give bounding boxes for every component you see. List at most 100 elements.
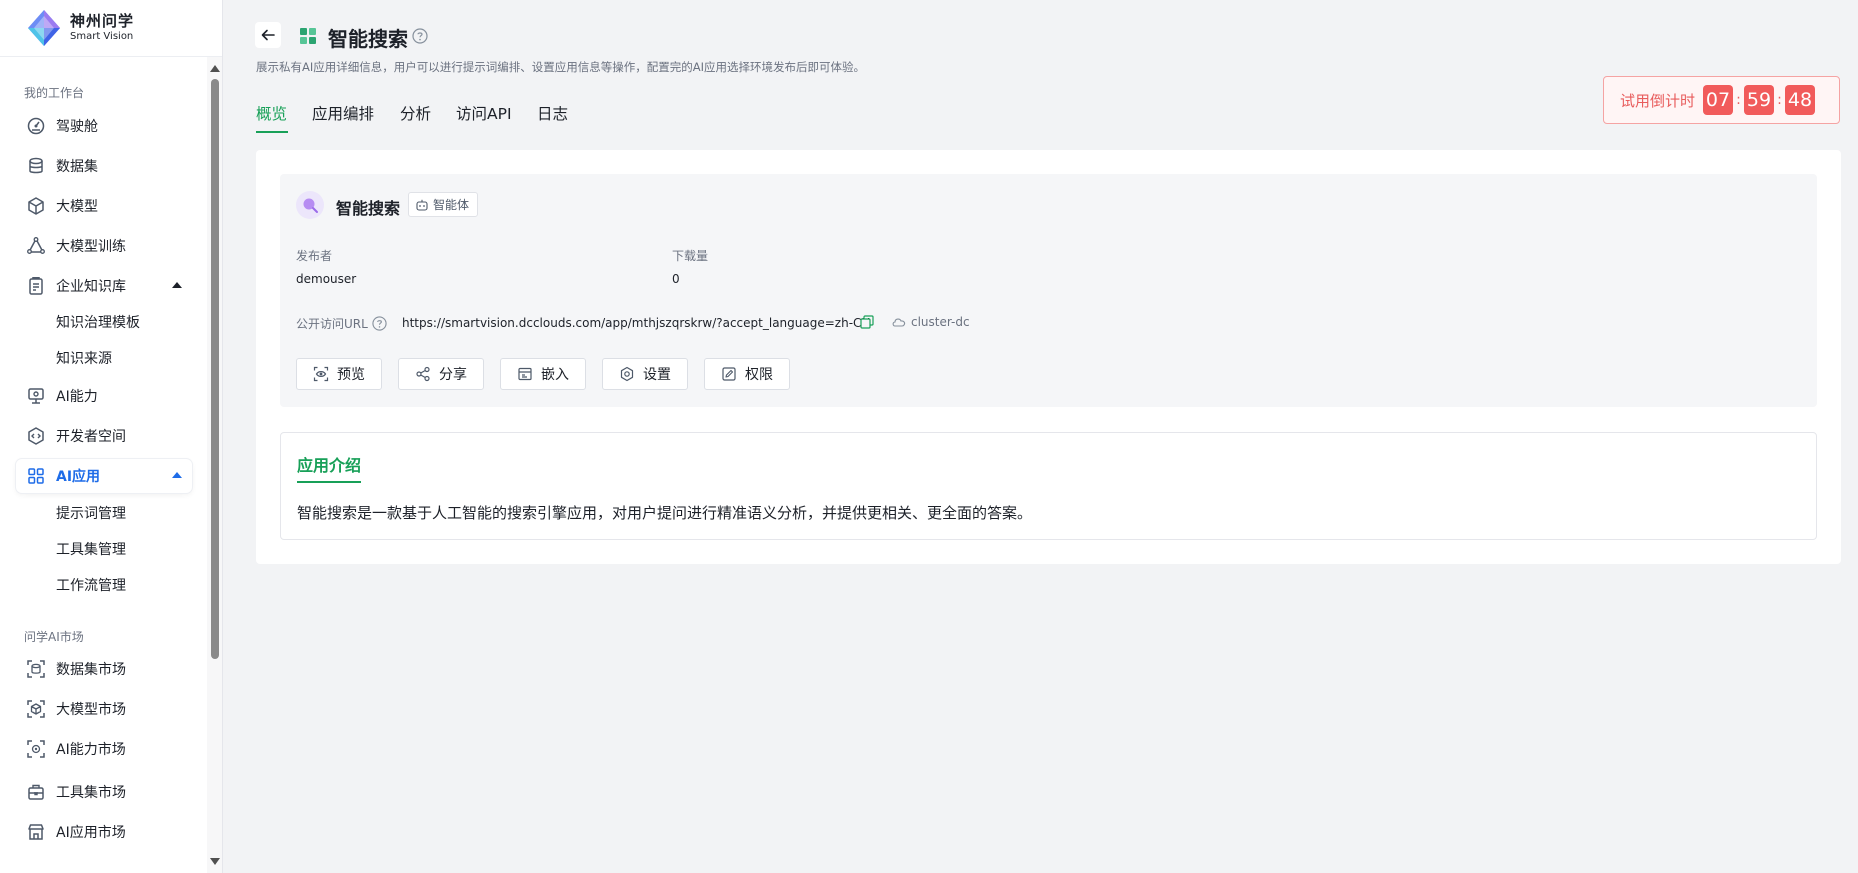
scroll-up-arrow-icon[interactable] (210, 65, 220, 72)
sidebar-item-label: 工具集市场 (56, 785, 126, 801)
section-workspace: 我的工作台 (24, 86, 85, 100)
database-icon (29, 157, 43, 174)
downloads-label: 下载量 (672, 249, 709, 263)
preview-icon (313, 366, 329, 382)
tab-overview[interactable]: 概览 (256, 102, 287, 124)
sidebar-item-llm[interactable]: 大模型 (16, 189, 192, 223)
sidebar-item-model-market[interactable]: 大模型市场 (16, 692, 192, 726)
intro-text: 智能搜索是一款基于人工智能的搜索引擎应用，对用户提问进行精准语义分析，并提供更相… (297, 504, 1033, 522)
brand-name-cn: 神州问学 (70, 12, 135, 30)
grid-apps-icon (28, 468, 44, 484)
intro-title-underline (297, 481, 361, 483)
permission-edit-icon (722, 367, 736, 381)
permissions-button-label: 权限 (745, 367, 773, 383)
cube-icon (28, 197, 44, 215)
chevron-up-icon (172, 282, 182, 288)
app-info-panel: 智能搜索 智能体 发布者 demouser 下载量 0 公开访问URL http… (280, 174, 1817, 407)
app-store-icon (28, 824, 44, 840)
brand-name-en: Smart Vision (70, 31, 134, 42)
dataset-market-icon (27, 660, 45, 678)
cloud-icon (892, 318, 906, 327)
sidebar: 神州问学 Smart Vision 我的工作台 驾驶舱 数据集 大模型 大模型训… (0, 0, 223, 873)
countdown-hours: 07 (1703, 85, 1734, 115)
active-tab-indicator (256, 131, 288, 133)
model-market-icon (27, 700, 45, 718)
toolbox-market-icon (28, 784, 44, 800)
tab-access-api[interactable]: 访问API (456, 102, 512, 124)
sidebar-item-ai-apps[interactable]: AI应用 (16, 459, 192, 493)
sidebar-item-knowledge-base[interactable]: 企业知识库 (16, 269, 192, 303)
app-type-badge: 智能体 (408, 192, 479, 217)
robot-icon (416, 199, 428, 211)
permissions-button[interactable]: 权限 (704, 358, 790, 390)
embed-icon (518, 367, 532, 381)
developer-icon (28, 427, 44, 445)
preview-button-label: 预览 (337, 367, 365, 383)
public-url-link[interactable]: https://smartvision.dcclouds.com/app/mth… (402, 316, 870, 330)
smart-vision-logo-icon (28, 10, 60, 46)
tab-analytics[interactable]: 分析 (400, 102, 431, 124)
overview-card: 智能搜索 智能体 发布者 demouser 下载量 0 公开访问URL http… (256, 150, 1841, 564)
share-button[interactable]: 分享 (398, 358, 484, 390)
sidebar-item-app-market[interactable]: AI应用市场 (16, 815, 192, 849)
sidebar-subitem-workflow-management[interactable]: 工作流管理 (56, 575, 126, 595)
sidebar-subitem-toolset-management[interactable]: 工具集管理 (56, 539, 126, 559)
app-grid-logo-icon (300, 28, 316, 44)
sidebar-item-label: 大模型市场 (56, 702, 126, 718)
preview-button[interactable]: 预览 (296, 358, 382, 390)
back-button[interactable] (255, 22, 281, 48)
sidebar-subitem-prompt-management[interactable]: 提示词管理 (56, 503, 126, 523)
ai-monitor-icon (28, 388, 44, 404)
settings-button[interactable]: 设置 (602, 358, 688, 390)
help-circle-icon[interactable] (412, 28, 428, 44)
sidebar-item-label: 大模型训练 (56, 239, 126, 255)
sidebar-item-toolbox-market[interactable]: 工具集市场 (16, 775, 192, 809)
scroll-down-arrow-icon[interactable] (210, 858, 220, 865)
cluster-name: cluster-dc (911, 315, 970, 329)
countdown-minutes: 59 (1744, 85, 1775, 115)
publisher-label: 发布者 (296, 249, 333, 263)
cluster-tag: cluster-dc (891, 315, 970, 329)
sidebar-scrollbar[interactable] (207, 57, 222, 873)
sidebar-item-label: 大模型 (56, 199, 98, 215)
countdown-seconds: 48 (1785, 85, 1816, 115)
sidebar-item-llm-training[interactable]: 大模型训练 (16, 229, 192, 263)
sidebar-subitem-knowledge-source[interactable]: 知识来源 (56, 348, 112, 368)
scroll-thumb[interactable] (211, 79, 219, 659)
countdown-separator: : (1736, 92, 1741, 108)
sidebar-item-label: 数据集 (56, 159, 98, 175)
share-button-label: 分享 (439, 367, 467, 383)
countdown-label: 试用倒计时 (1620, 91, 1696, 110)
embed-button[interactable]: 嵌入 (500, 358, 586, 390)
knowledge-icon (29, 277, 43, 295)
page-title: 智能搜索 (328, 27, 408, 51)
sidebar-nav: 我的工作台 驾驶舱 数据集 大模型 大模型训练 企业知识库 知识治理模板 知识来… (0, 57, 207, 873)
sidebar-item-label: AI应用市场 (56, 825, 126, 841)
trial-countdown: 试用倒计时 07 : 59 : 48 (1603, 76, 1840, 124)
sidebar-item-dashboard[interactable]: 驾驶舱 (16, 109, 192, 143)
sidebar-item-ai-market[interactable]: AI能力市场 (16, 732, 192, 766)
sidebar-subitem-knowledge-template[interactable]: 知识治理模板 (56, 312, 140, 332)
brand-logo[interactable]: 神州问学 Smart Vision (24, 8, 134, 48)
tab-logs[interactable]: 日志 (537, 102, 568, 124)
settings-button-label: 设置 (643, 367, 671, 383)
publisher-value: demouser (296, 272, 357, 286)
sidebar-item-ai-capability[interactable]: AI能力 (16, 379, 192, 413)
public-url-label: 公开访问URL (296, 315, 387, 332)
public-url-label-text: 公开访问URL (296, 317, 368, 331)
sidebar-item-developer-space[interactable]: 开发者空间 (16, 419, 192, 453)
sidebar-item-label: 驾驶舱 (56, 119, 98, 135)
countdown-separator: : (1777, 92, 1782, 108)
sidebar-item-dataset-market[interactable]: 数据集市场 (16, 652, 192, 686)
tab-orchestration[interactable]: 应用编排 (312, 102, 374, 124)
ai-market-icon (27, 740, 45, 758)
page-description: 展示私有AI应用详细信息，用户可以进行提示词编排、设置应用信息等操作，配置完的A… (256, 60, 866, 74)
sidebar-item-dataset[interactable]: 数据集 (16, 149, 192, 183)
training-icon (27, 237, 45, 254)
sidebar-item-label: AI应用 (56, 469, 101, 485)
app-intro-card: 应用介绍 智能搜索是一款基于人工智能的搜索引擎应用，对用户提问进行精准语义分析，… (280, 432, 1817, 540)
gear-icon (620, 366, 634, 382)
help-circle-icon[interactable] (372, 316, 387, 331)
app-type-label: 智能体 (433, 198, 470, 212)
copy-icon[interactable] (860, 315, 874, 329)
